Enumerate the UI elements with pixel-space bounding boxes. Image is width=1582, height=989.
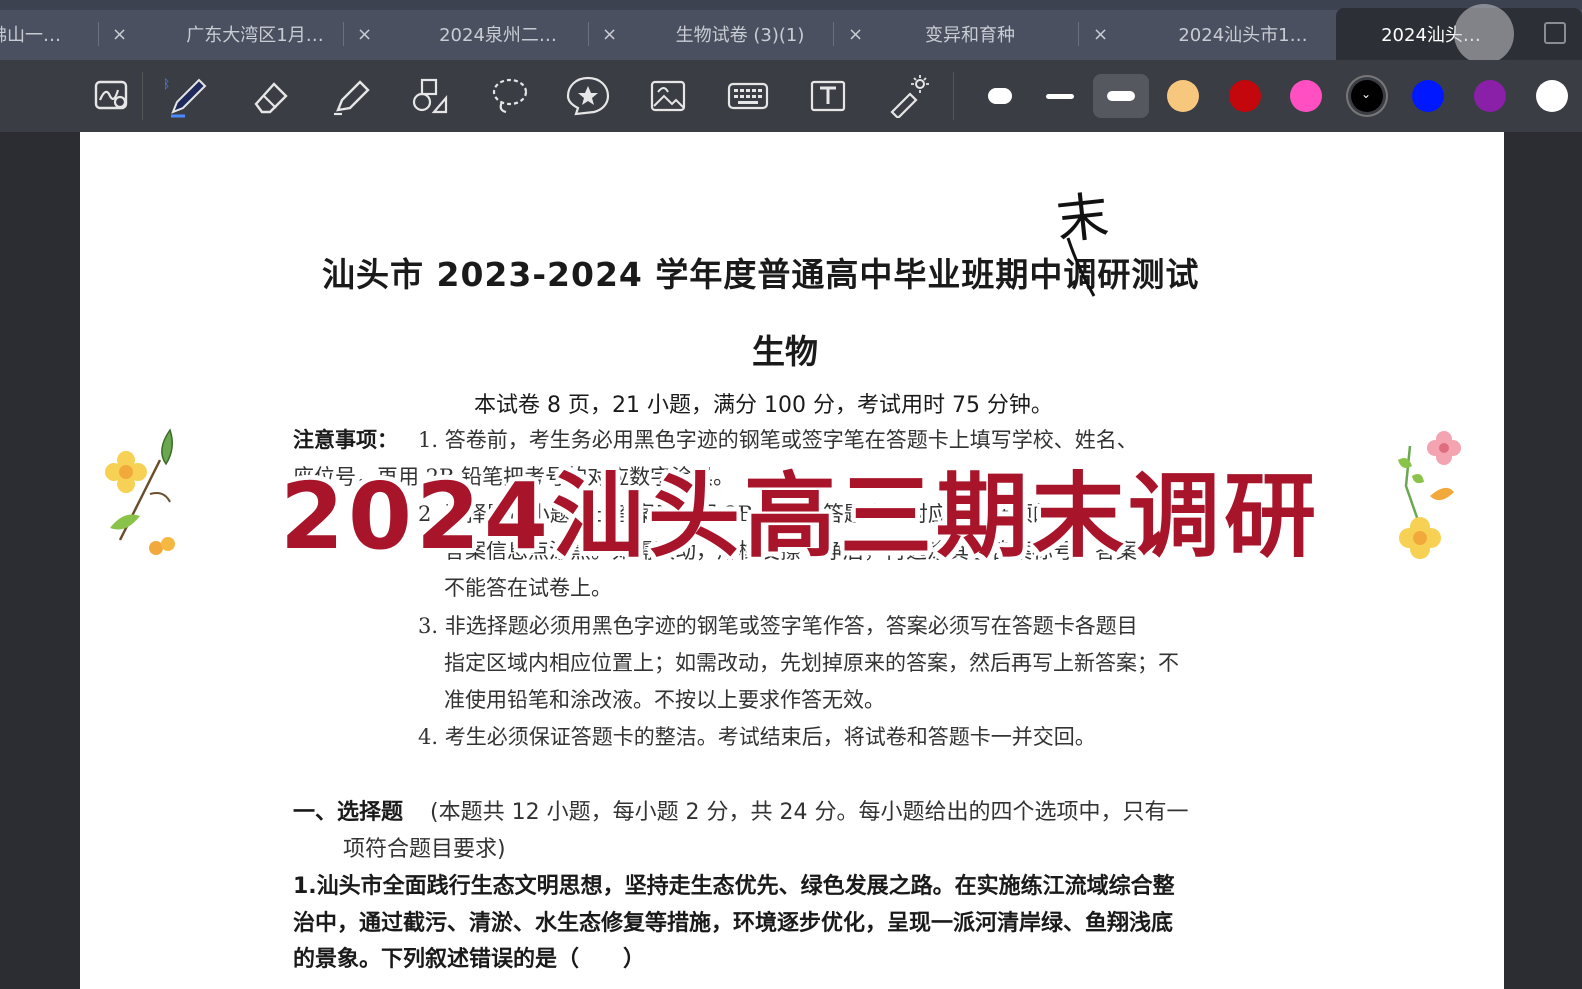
color-swatch-blue[interactable] [1412, 80, 1444, 112]
question-1: 1.汕头市全面践行生态文明思想，坚持走生态优先、绿色发展之路。在实施练江流域综合… [293, 874, 1175, 899]
tab-7-active[interactable]: 2024汕头… [1336, 4, 1582, 64]
color-swatch-white[interactable] [1536, 80, 1568, 112]
tab-3[interactable]: 2024泉州二… [413, 12, 583, 56]
tab-divider [833, 22, 834, 46]
notice-line: 4. 考生必须保证答题卡的整洁。考试结束后，将试卷和答题卡一并交回。 [418, 725, 1096, 749]
handwritten-stroke [1066, 237, 1096, 297]
tab-label: 变异和育种 [925, 25, 1015, 46]
lasso-icon[interactable] [488, 74, 532, 118]
tab-divider [98, 22, 99, 46]
pen-icon[interactable]: ᛒ [165, 74, 209, 118]
color-swatch-red[interactable] [1229, 80, 1261, 112]
question-1: 治中，通过截污、清淤、水生态修复等措施，环境逐步优化，呈现一派河清岸绿、鱼翔浅底 [293, 911, 1174, 936]
touch-indicator [1454, 4, 1514, 64]
stroke-medium-button[interactable] [1032, 74, 1088, 118]
svg-text:ᛒ: ᛒ [165, 77, 170, 91]
section-description: 项符合题目要求) [343, 837, 506, 862]
stroke-preview [1107, 91, 1135, 101]
tab-label: 广东大湾区1月… [186, 25, 324, 46]
tab-4[interactable]: 生物试卷 (3)(1) [655, 12, 825, 56]
tab-divider [588, 22, 589, 46]
stroke-thin-button[interactable] [972, 74, 1028, 118]
notice-line: 指定区域内相应位置上；如需改动，先划掉原来的答案，然后再写上新答案；不 [444, 651, 1179, 675]
laser-pointer-icon[interactable] [886, 74, 930, 118]
tab-2[interactable]: 广东大湾区1月… [170, 12, 340, 56]
close-icon[interactable]: × [357, 20, 372, 48]
toolbar-divider [142, 72, 143, 120]
flower-decoration-right [1398, 431, 1461, 559]
tab-1[interactable]: 佛山一… [0, 12, 120, 56]
tab-label: 佛山一… [0, 25, 61, 46]
tab-6[interactable]: 2024汕头市1… [1158, 12, 1328, 56]
shapes-icon[interactable] [408, 74, 452, 118]
tab-label: 生物试卷 (3)(1) [675, 25, 805, 46]
close-icon[interactable]: × [1093, 20, 1108, 48]
annotation-toolbar: ᛒ ⌄ [0, 60, 1582, 132]
exam-info: 本试卷 8 页，21 小题，满分 100 分，考试用时 75 分钟。 [474, 393, 1053, 418]
close-icon[interactable]: × [602, 20, 617, 48]
notice-line: 不能答在试卷上。 [444, 576, 612, 600]
textbox-icon[interactable] [806, 74, 850, 118]
color-swatch-purple[interactable] [1474, 80, 1506, 112]
subject-title: 生物 [752, 332, 818, 371]
lasso-zoom-icon[interactable] [90, 74, 134, 118]
stroke-preview [988, 88, 1012, 104]
toolbar-divider [953, 72, 954, 120]
section-heading: 一、选择题 [293, 800, 404, 825]
keyboard-icon[interactable] [726, 74, 770, 118]
color-swatch-black-selected[interactable]: ⌄ [1351, 80, 1383, 112]
section-description: (本题共 12 小题，每小题 2 分，共 24 分。每小题给出的四个选项中，只有… [430, 800, 1189, 825]
sticker-icon[interactable] [566, 74, 610, 118]
highlighter-icon[interactable] [328, 74, 372, 118]
tab-label: 2024汕头市1… [1178, 25, 1308, 46]
overlay-banner: 2024汕头高三期末调研 [279, 463, 1321, 570]
color-swatch-pink[interactable] [1290, 80, 1322, 112]
image-icon[interactable] [646, 74, 690, 118]
tab-divider [1078, 22, 1079, 46]
canvas-background [0, 132, 80, 989]
eraser-icon[interactable] [248, 74, 292, 118]
notice-line: 3. 非选择题必须用黑色字迹的钢笔或签字笔作答，答案必须写在答题卡各题目 [418, 614, 1138, 638]
stroke-thick-button[interactable] [1093, 74, 1149, 118]
tab-bar: 佛山一… × 广东大湾区1月… × 2024泉州二… × 生物试卷 (3)(1)… [0, 0, 1582, 64]
tab-label: 2024泉州二… [439, 25, 557, 46]
question-1: 的景象。下列叙述错误的是（ ） [293, 947, 646, 972]
notice-line: 准使用铅笔和涂改液。不按以上要求作答无效。 [444, 688, 885, 712]
close-icon[interactable]: × [112, 20, 127, 48]
close-icon[interactable]: × [848, 20, 863, 48]
tab-divider [343, 22, 344, 46]
tab-5[interactable]: 变异和育种 [885, 12, 1055, 56]
tabs-overview-icon[interactable] [1544, 22, 1566, 44]
color-swatch-peach[interactable] [1167, 80, 1199, 112]
stroke-preview [1046, 93, 1074, 99]
chevron-down-icon: ⌄ [1361, 87, 1372, 101]
flower-decoration-left [105, 428, 175, 555]
